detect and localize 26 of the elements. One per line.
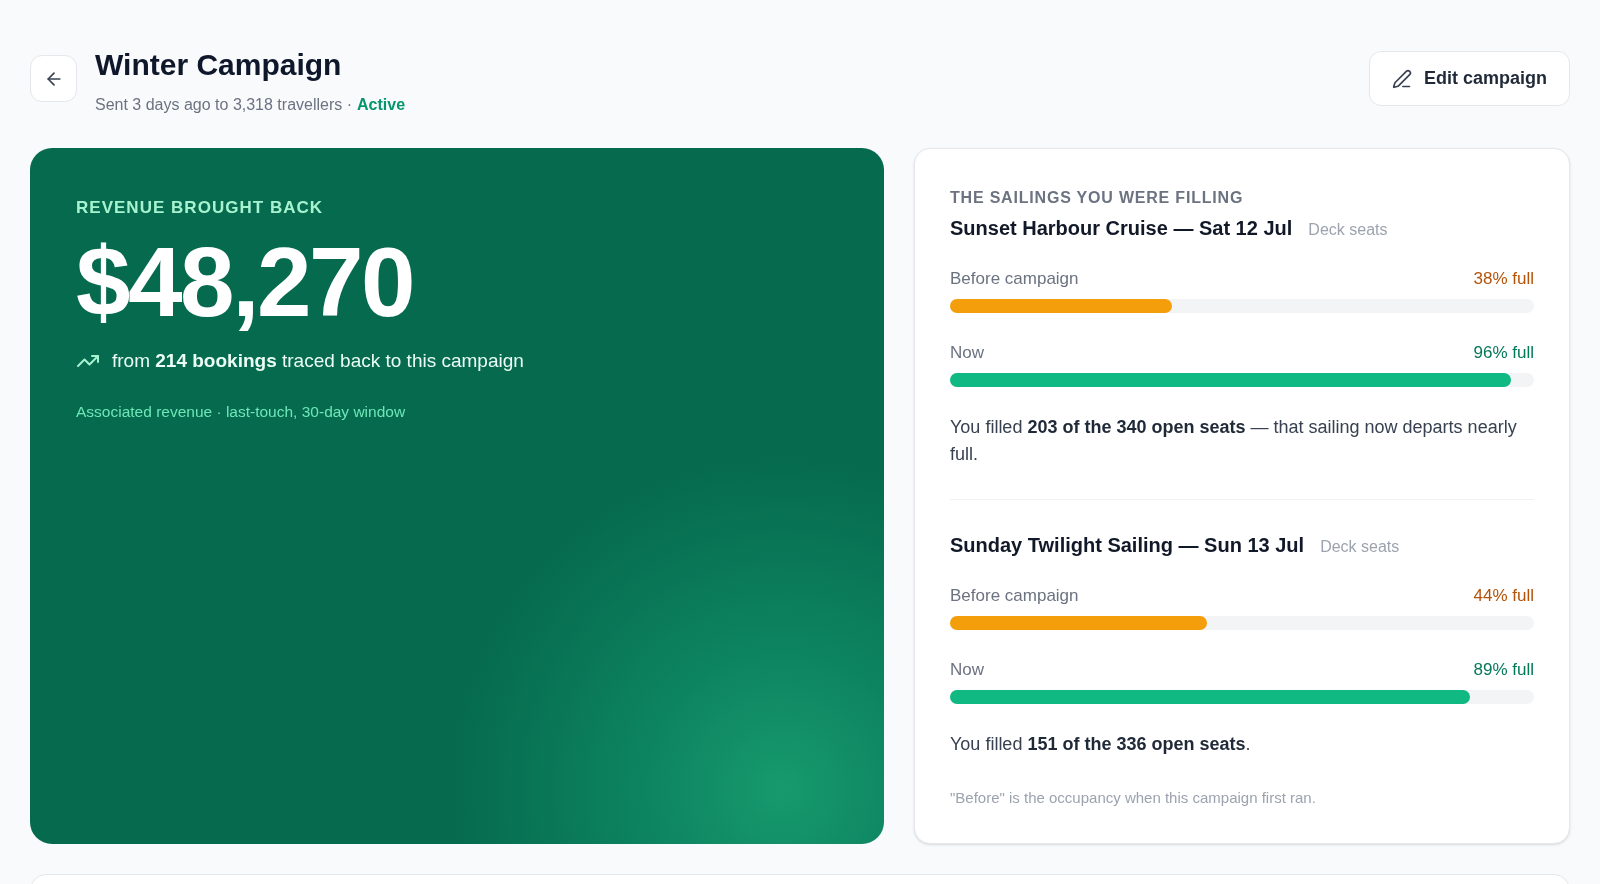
bar-reading: 96% full — [1473, 342, 1534, 364]
campaign-subtitle: Sent 3 days ago to 3,318 travellers · — [95, 95, 353, 115]
seat-type: Deck seats — [1320, 537, 1400, 557]
bar-reading: 38% full — [1473, 268, 1534, 290]
bar-reading: 89% full — [1473, 659, 1534, 681]
bar-label: Now — [950, 659, 984, 681]
page-title: Winter Campaign — [95, 47, 343, 83]
bar-label: Before campaign — [950, 585, 1079, 607]
pencil-icon — [1391, 68, 1412, 89]
bookings-text: from 214 bookings traced back to this campaign — [112, 349, 524, 373]
bar-label: Now — [950, 342, 984, 364]
revenue-label: REVENUE BROUGHT BACK — [76, 198, 325, 218]
footnote: "Before" is the occupancy when this campaign first ran. — [950, 788, 1317, 808]
fill-summary: You filled 151 of the 336 open seats. — [950, 733, 1252, 756]
bar-label: Before campaign — [950, 268, 1079, 290]
fill-summary: You filled 203 of the 340 open seats — that sailing now departs nearly full. — [950, 416, 1518, 466]
status-text: Active — [357, 95, 406, 115]
attribution-note: Associated revenue · last-touch, 30-day window — [76, 402, 407, 422]
sailing-title: Sunset Harbour Cruise — Sat 12 Jul — [950, 216, 1293, 241]
bar-reading: 44% full — [1473, 585, 1534, 607]
revenue-amount: $48,270 — [76, 233, 415, 331]
edit-campaign-button[interactable]: Edit campaign — [1368, 51, 1570, 106]
panel-heading: THE SAILINGS YOU WERE FILLING — [950, 188, 1245, 208]
back-button[interactable] — [30, 55, 77, 102]
seat-type: Deck seats — [1308, 220, 1388, 240]
sailing-title: Sunday Twilight Sailing — Sun 13 Jul — [950, 533, 1305, 558]
